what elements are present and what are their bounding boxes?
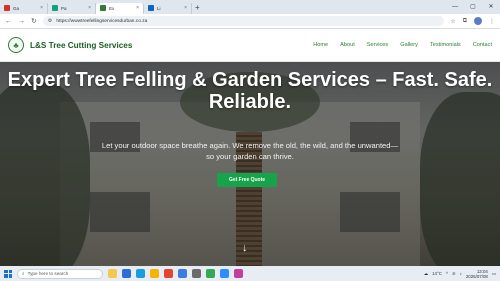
- hero-section: Expert Tree Felling & Garden Services – …: [0, 62, 500, 266]
- chatgpt-icon: [52, 5, 58, 11]
- site-brand[interactable]: L&S Tree Cutting Services: [30, 41, 132, 50]
- chrome-icon[interactable]: [178, 269, 187, 278]
- weather-icon[interactable]: ☁: [424, 271, 428, 277]
- tree-logo-icon[interactable]: ♣: [8, 37, 24, 53]
- close-icon[interactable]: ×: [136, 5, 139, 11]
- tab-label: Li: [157, 5, 161, 11]
- tab-label: Pa: [61, 5, 67, 11]
- drive-icon[interactable]: [206, 269, 215, 278]
- profile-avatar[interactable]: [474, 17, 482, 25]
- nav-home[interactable]: Home: [313, 42, 328, 48]
- nav-gallery[interactable]: Gallery: [400, 42, 418, 48]
- extensions-icon[interactable]: ⧉: [463, 18, 467, 25]
- site-nav: Home About Services Gallery Testimonials…: [313, 42, 492, 48]
- file-explorer-icon[interactable]: [150, 269, 159, 278]
- hero-subtitle: Let your outdoor space breathe again. We…: [101, 141, 399, 161]
- browser-tab-strip: Ga × Pa × Ex × Li × + — ▢ ✕: [0, 0, 500, 14]
- clock-date: 2025/07/08: [465, 273, 488, 279]
- app-icon[interactable]: [192, 269, 201, 278]
- forward-icon[interactable]: →: [18, 18, 25, 25]
- url-text: https://wwwtreefellingservicesdurban.co.…: [56, 18, 148, 24]
- brave-icon[interactable]: [164, 269, 173, 278]
- close-icon[interactable]: ×: [40, 5, 43, 11]
- speaker-icon[interactable]: ♪: [460, 271, 462, 276]
- browser-toolbar: ← → ↻ ⚙ https://wwwtreefellingservicesdu…: [0, 14, 500, 29]
- tab-label: Ga: [13, 5, 20, 11]
- edge-icon[interactable]: [136, 269, 145, 278]
- toolbar-actions: ☆ ⧉ ⋮: [450, 17, 495, 25]
- site-info-icon[interactable]: ⚙: [48, 18, 52, 24]
- nav-services[interactable]: Services: [367, 42, 388, 48]
- gmail-icon: [4, 5, 10, 11]
- browser-tab-active[interactable]: Ex ×: [96, 2, 144, 14]
- wifi-icon[interactable]: ≋: [452, 271, 456, 277]
- clock[interactable]: 13:04 2025/07/08: [466, 269, 488, 279]
- system-tray: ☁ 14°C ^ ≋ ♪ 13:04 2025/07/08 ▭: [424, 269, 496, 279]
- nav-about[interactable]: About: [340, 42, 355, 48]
- close-icon[interactable]: ×: [88, 5, 91, 11]
- zoom-icon[interactable]: [220, 269, 229, 278]
- address-bar[interactable]: ⚙ https://wwwtreefellingservicesdurban.c…: [42, 16, 445, 26]
- chevron-up-icon[interactable]: ^: [446, 271, 448, 276]
- notifications-icon[interactable]: ▭: [492, 271, 496, 277]
- linkedin-icon: [148, 5, 154, 11]
- photos-icon[interactable]: [234, 269, 243, 278]
- browser-tab[interactable]: Ga ×: [0, 2, 48, 14]
- weather-temp: 14°C: [432, 271, 442, 276]
- search-icon: ⌕: [22, 271, 25, 276]
- window-controls: — ▢ ✕: [446, 0, 500, 14]
- close-window-icon[interactable]: ✕: [482, 0, 500, 14]
- new-tab-icon[interactable]: +: [195, 3, 200, 12]
- star-icon[interactable]: ☆: [450, 18, 455, 25]
- maximize-icon[interactable]: ▢: [464, 0, 482, 14]
- task-view-icon[interactable]: [122, 269, 131, 278]
- reload-icon[interactable]: ↻: [31, 17, 37, 25]
- browser-tab[interactable]: Pa ×: [48, 2, 96, 14]
- taskbar-search[interactable]: ⌕ Type here to search: [17, 268, 103, 279]
- windows-start-icon[interactable]: [4, 269, 12, 278]
- site-header: ♣ L&S Tree Cutting Services Home About S…: [0, 29, 500, 62]
- tab-label: Ex: [109, 5, 115, 11]
- menu-icon[interactable]: ⋮: [489, 18, 495, 25]
- close-icon[interactable]: ×: [184, 5, 187, 11]
- scroll-down-icon[interactable]: ↓: [242, 242, 248, 254]
- minimize-icon[interactable]: —: [446, 0, 464, 14]
- widgets-icon[interactable]: [108, 269, 117, 278]
- hero-title: Expert Tree Felling & Garden Services – …: [7, 69, 493, 113]
- nav-testimonials[interactable]: Testimonials: [430, 42, 461, 48]
- nav-contact[interactable]: Contact: [473, 42, 492, 48]
- site-icon: [100, 5, 106, 11]
- get-free-quote-button[interactable]: Get Free Quote: [217, 173, 277, 187]
- windows-taskbar: ⌕ Type here to search ☁ 14°C ^ ≋ ♪ 13:04…: [0, 266, 500, 281]
- browser-tab[interactable]: Li ×: [144, 2, 192, 14]
- search-placeholder: Type here to search: [27, 271, 69, 276]
- back-icon[interactable]: ←: [5, 18, 12, 25]
